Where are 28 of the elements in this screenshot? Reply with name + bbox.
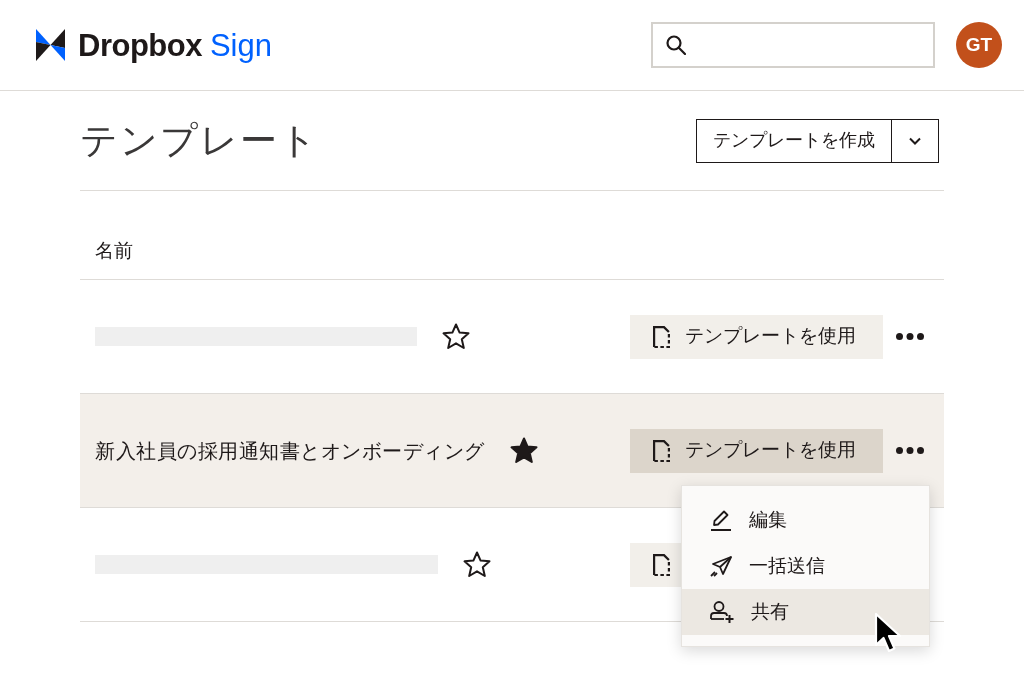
- filled-star-icon[interactable]: [509, 437, 538, 464]
- document-icon: [653, 439, 670, 462]
- more-icon[interactable]: [896, 447, 924, 454]
- menu-item[interactable]: 編集: [682, 497, 929, 543]
- page-title: テンプレート: [80, 118, 319, 163]
- logo-wordmark: Dropbox: [78, 29, 202, 61]
- menu-item[interactable]: 共有: [682, 589, 929, 635]
- template-name: 新入社員の採用通知書とオンボーディング: [95, 438, 485, 464]
- logo-icon: [36, 29, 65, 61]
- star-icon[interactable]: [442, 323, 470, 350]
- star-icon[interactable]: [463, 551, 491, 578]
- logo-product-name: Sign: [209, 29, 272, 61]
- use-template-button[interactable]: テンプレートを使用: [630, 428, 883, 473]
- document-icon: [653, 553, 670, 576]
- caret-icon: [909, 136, 921, 145]
- dropdown-button[interactable]: [892, 118, 939, 163]
- search-field[interactable]: [651, 22, 935, 68]
- avatar[interactable]: GT: [956, 22, 1002, 68]
- pencil-icon: [710, 509, 732, 531]
- more-icon[interactable]: [896, 333, 924, 340]
- menu-item[interactable]: 一括送信: [682, 543, 929, 589]
- search-icon: [666, 35, 686, 55]
- use-template-button[interactable]: テンプレートを使用: [630, 314, 883, 359]
- create-template-button[interactable]: テンプレートを作成: [696, 118, 892, 163]
- add-person-icon: [710, 601, 734, 623]
- paper-plane-icon: [710, 555, 732, 577]
- document-icon: [653, 325, 670, 348]
- column-header: 名前: [95, 238, 133, 263]
